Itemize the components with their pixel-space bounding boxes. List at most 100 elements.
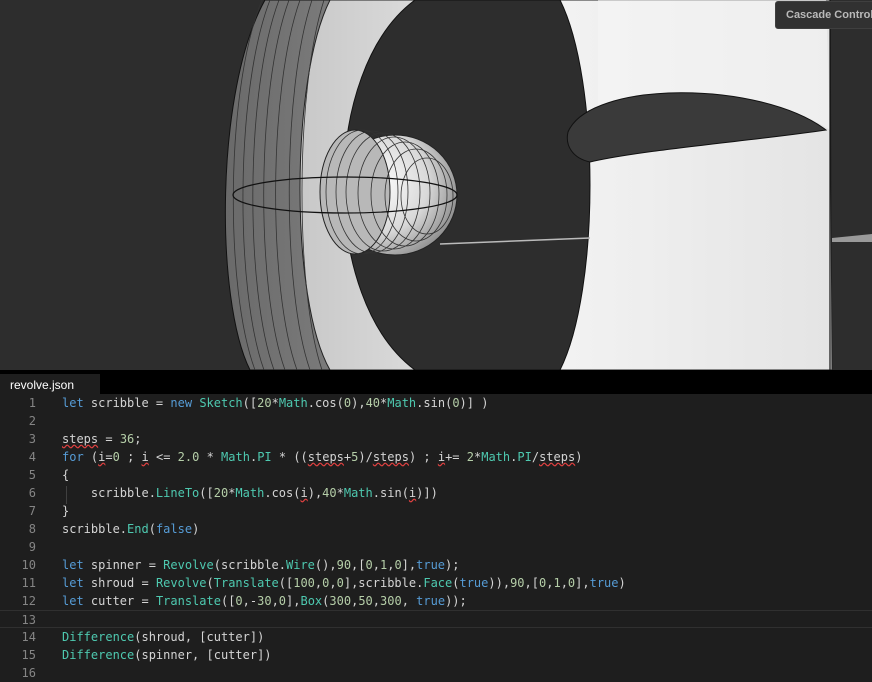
code-token: sin (380, 486, 402, 500)
code-token: PI (517, 450, 532, 464)
code-token: i (300, 486, 308, 500)
code-token: 0 (112, 450, 120, 464)
line-number: 12 (21, 594, 36, 608)
code-token: = (98, 432, 120, 446)
code-token: steps (62, 432, 99, 446)
line-number: 11 (21, 576, 36, 590)
code-token: scribble = (83, 396, 171, 410)
code-token: true (416, 558, 446, 572)
code-token: let (62, 396, 84, 410)
code-line[interactable]: 10 let spinner = Revolve(scribble.Wire(),… (0, 556, 872, 574)
code-token: Revolve (163, 558, 214, 572)
code-token: PI (257, 450, 272, 464)
code-token: Math (387, 396, 417, 410)
code-token: true (416, 594, 446, 608)
code-token: ,[ (524, 576, 539, 590)
code-line[interactable]: 2 (0, 412, 872, 430)
code-token: Wire (286, 558, 315, 572)
code-line[interactable]: 11 let shroud = Revolve(Translate([100,0,… (0, 574, 872, 592)
code-token: += (445, 450, 467, 464)
code-token: )); (445, 594, 467, 608)
code-token: * (( (271, 450, 308, 464)
tab-revolve-json[interactable]: revolve.json (0, 374, 100, 394)
code-token: false (155, 522, 193, 536)
code-line[interactable]: 5{ (0, 466, 872, 484)
code-token: . (307, 396, 315, 410)
code-token: Math (481, 450, 511, 464)
code-line[interactable]: 6 scribble.LineTo([20*Math.cos(i),40*Mat… (0, 484, 872, 502)
code-token: 0 (452, 396, 460, 410)
code-line[interactable]: 3 steps = 36; (0, 430, 872, 448)
code-line[interactable]: 1 let scribble = new Sketch([20*Math.cos(… (0, 394, 872, 412)
line-number: 2 (28, 414, 36, 428)
code-text: steps = 36; (62, 430, 142, 448)
code-line[interactable]: 12 let cutter = Translate([0,-30,0],Box(3… (0, 592, 872, 610)
code-line[interactable]: 9 (0, 538, 872, 556)
code-editor[interactable]: 1 let scribble = new Sketch([20*Math.cos(… (0, 394, 872, 682)
code-token: 300 (329, 594, 352, 608)
code-token: ], (575, 576, 590, 590)
code-token: ], (401, 558, 417, 572)
code-token: ) (192, 522, 200, 536)
code-token: ; (119, 450, 142, 464)
code-token: 1 (553, 576, 561, 590)
code-token: ), (351, 396, 366, 410)
code-token: LineTo (155, 486, 200, 500)
code-token: spinner = (83, 558, 164, 572)
code-line[interactable]: 14 Difference(shroud, [cutter]) (0, 628, 872, 646)
line-number: 1 (28, 396, 36, 410)
code-text: let shroud = Revolve(Translate([100,0,0]… (62, 574, 626, 592)
code-token: Math (343, 486, 373, 500)
code-text: let scribble = new Sketch([20*Math.cos(0… (62, 394, 488, 412)
code-token: 0 (278, 594, 287, 608)
line-number: 10 (21, 558, 36, 572)
line-number: 7 (28, 504, 36, 518)
code-token: ; (134, 432, 142, 446)
code-token: 40 (322, 486, 337, 500)
code-token: i (437, 450, 446, 464)
code-line[interactable]: 7} (0, 502, 872, 520)
line-number: 5 (28, 468, 36, 482)
code-token: true (459, 576, 489, 590)
code-line[interactable]: 15 Difference(spinner, [cutter]) (0, 646, 872, 664)
code-token: , (372, 558, 380, 572)
line-number: 4 (28, 450, 36, 464)
line-number: 16 (21, 666, 36, 680)
cascade-controls-panel[interactable]: Cascade Control (775, 1, 872, 29)
code-line[interactable]: 8 scribble.End(false) (0, 520, 872, 538)
line-number: 8 (28, 522, 36, 536)
code-token: 0 (365, 558, 373, 572)
code-token: Face (423, 576, 453, 590)
code-token: ],scribble. (343, 576, 424, 590)
code-token: / (531, 450, 540, 464)
code-token: ( (148, 522, 156, 536)
code-token: Box (300, 594, 323, 608)
line-number: 14 (21, 630, 36, 644)
code-text: let spinner = Revolve(scribble.Wire(),90… (62, 556, 459, 574)
code-token: , (271, 594, 279, 608)
code-token: 2.0 (177, 450, 200, 464)
line-number: 9 (28, 540, 36, 554)
code-token: cos (314, 396, 337, 410)
code-token: steps (372, 450, 409, 464)
code-line[interactable]: 16 (0, 664, 872, 682)
code-token: 40 (365, 396, 381, 410)
code-token: } (62, 504, 70, 518)
3d-viewport[interactable]: Cascade Control (0, 0, 872, 370)
code-token: (), (314, 558, 337, 572)
code-token: ( (206, 576, 214, 590)
code-token: steps (307, 450, 344, 464)
code-token: Translate (213, 576, 279, 590)
code-token: 300 (380, 594, 402, 608)
code-token: cos (271, 486, 294, 500)
code-line[interactable]: 13 (0, 610, 872, 628)
controls-title: Cascade Control (786, 9, 872, 21)
code-token: 90 (336, 558, 352, 572)
code-line[interactable]: 4 for (i=0 ; i <= 2.0 * Math.PI * ((steps… (0, 448, 872, 466)
code-token: ( (83, 450, 99, 464)
code-text: scribble.End(false) (62, 520, 199, 538)
code-token: 0 (336, 576, 344, 590)
code-token: 0 (235, 594, 243, 608)
code-token: ( (336, 396, 344, 410)
code-text: { (62, 466, 69, 484)
